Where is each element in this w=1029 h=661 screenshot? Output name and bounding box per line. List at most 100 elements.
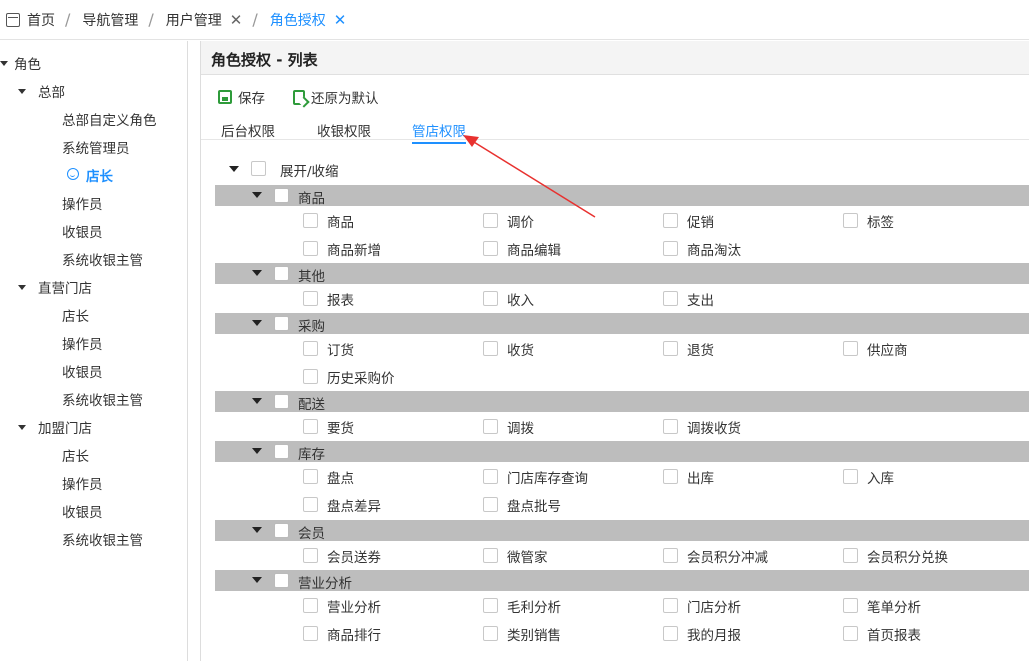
tree-leaf[interactable]: 总部自定义角色 [62, 109, 157, 129]
permission-checkbox[interactable] [663, 626, 678, 641]
permission-checkbox[interactable] [663, 598, 678, 613]
permission-group-header [215, 263, 1029, 284]
permission-checkbox[interactable] [663, 341, 678, 356]
permission-checkbox[interactable] [303, 598, 318, 613]
tree-leaf[interactable]: 店长 [62, 445, 89, 465]
permission-checkbox[interactable] [303, 341, 318, 356]
breadcrumb-home[interactable]: 首页 [0, 0, 55, 40]
permission-label: 要货 [327, 421, 354, 437]
breadcrumb-separator: / [148, 10, 154, 29]
permission-checkbox[interactable] [483, 598, 498, 613]
breadcrumb-item-nav[interactable]: 导航管理 [82, 0, 138, 40]
close-icon[interactable]: ✕ [230, 11, 243, 29]
permission-group-header [215, 391, 1029, 412]
group-label: 商品 [298, 191, 325, 207]
permission-checkbox[interactable] [843, 598, 858, 613]
group-checkbox[interactable] [274, 444, 289, 459]
tree-expand-caret[interactable] [18, 425, 26, 430]
permission-checkbox[interactable] [483, 341, 498, 356]
breadcrumb-separator: / [252, 10, 258, 29]
tab-backend[interactable]: 后台权限 [221, 120, 275, 142]
breadcrumb-item-role-auth[interactable]: 角色授权 ✕ [270, 0, 347, 40]
group-expand-caret[interactable] [252, 448, 262, 454]
permission-checkbox[interactable] [303, 419, 318, 434]
close-icon[interactable]: ✕ [334, 11, 347, 29]
permission-checkbox[interactable] [483, 419, 498, 434]
group-checkbox[interactable] [274, 394, 289, 409]
save-button[interactable]: 保存 [218, 87, 265, 107]
group-label: 库存 [298, 447, 325, 463]
permission-checkbox[interactable] [483, 548, 498, 563]
permission-checkbox[interactable] [303, 469, 318, 484]
permission-group-header [215, 185, 1029, 206]
tree-leaf[interactable]: 系统收银主管 [62, 249, 143, 269]
permission-checkbox[interactable] [663, 213, 678, 228]
expand-all-checkbox[interactable] [251, 161, 266, 176]
permission-checkbox[interactable] [303, 548, 318, 563]
tree-group[interactable]: 总部 [38, 81, 65, 101]
permission-checkbox[interactable] [663, 419, 678, 434]
tree-expand-caret[interactable] [18, 89, 26, 94]
permission-checkbox[interactable] [663, 469, 678, 484]
permission-checkbox[interactable] [483, 291, 498, 306]
permission-label: 会员送券 [327, 550, 381, 566]
group-checkbox[interactable] [274, 316, 289, 331]
group-checkbox[interactable] [274, 266, 289, 281]
tree-leaf[interactable]: 操作员 [62, 473, 103, 493]
permission-checkbox[interactable] [483, 497, 498, 512]
breadcrumb-item-users[interactable]: 用户管理 ✕ [166, 0, 243, 40]
permission-checkbox[interactable] [843, 548, 858, 563]
permission-checkbox[interactable] [843, 341, 858, 356]
tree-leaf[interactable]: 收银员 [62, 221, 103, 241]
tree-leaf[interactable]: 收银员 [62, 501, 103, 521]
group-expand-caret[interactable] [252, 270, 262, 276]
tree-leaf[interactable]: 店长 [62, 305, 89, 325]
tree-leaf-selected[interactable]: 店长 [86, 165, 113, 185]
permission-checkbox[interactable] [303, 213, 318, 228]
tree-expand-caret[interactable] [18, 285, 26, 290]
permission-checkbox[interactable] [843, 626, 858, 641]
tree-group[interactable]: 加盟门店 [38, 417, 92, 437]
tree-expand-caret[interactable] [0, 61, 8, 66]
tree-leaf[interactable]: 系统管理员 [62, 137, 130, 157]
tree-leaf[interactable]: 系统收银主管 [62, 389, 143, 409]
tree-leaf[interactable]: 操作员 [62, 193, 103, 213]
tree-leaf[interactable]: 系统收银主管 [62, 529, 143, 549]
tree-group[interactable]: 直营门店 [38, 277, 92, 297]
permission-checkbox[interactable] [663, 291, 678, 306]
permission-checkbox[interactable] [483, 241, 498, 256]
group-expand-caret[interactable] [252, 527, 262, 533]
permission-label: 毛利分析 [507, 600, 561, 616]
tree-leaf[interactable]: 操作员 [62, 333, 103, 353]
restore-default-button[interactable]: 还原为默认 [293, 87, 379, 107]
tab-cashier[interactable]: 收银权限 [317, 120, 371, 142]
permission-label: 营业分析 [327, 600, 381, 616]
group-expand-caret[interactable] [252, 192, 262, 198]
group-checkbox[interactable] [274, 573, 289, 588]
expand-all-caret[interactable] [229, 166, 239, 172]
tree-leaf[interactable]: 收银员 [62, 361, 103, 381]
group-expand-caret[interactable] [252, 577, 262, 583]
permission-checkbox[interactable] [303, 626, 318, 641]
permission-label: 商品排行 [327, 628, 381, 644]
group-expand-caret[interactable] [252, 398, 262, 404]
permission-tabs: 后台权限 收银权限 管店权限 [201, 118, 1029, 144]
permission-checkbox[interactable] [843, 469, 858, 484]
permission-checkbox[interactable] [303, 369, 318, 384]
group-checkbox[interactable] [274, 188, 289, 203]
permission-checkbox[interactable] [483, 626, 498, 641]
tree-root[interactable]: 角色 [14, 53, 41, 73]
permission-checkbox[interactable] [843, 213, 858, 228]
permission-label: 退货 [687, 343, 714, 359]
breadcrumb-separator: / [65, 10, 71, 29]
group-checkbox[interactable] [274, 523, 289, 538]
permission-checkbox[interactable] [303, 497, 318, 512]
permission-checkbox[interactable] [303, 291, 318, 306]
group-expand-caret[interactable] [252, 320, 262, 326]
group-label: 会员 [298, 526, 325, 542]
permission-checkbox[interactable] [663, 548, 678, 563]
permission-checkbox[interactable] [303, 241, 318, 256]
breadcrumb-item-label: 导航管理 [82, 12, 139, 29]
permission-checkbox[interactable] [663, 241, 678, 256]
permission-checkbox[interactable] [483, 469, 498, 484]
